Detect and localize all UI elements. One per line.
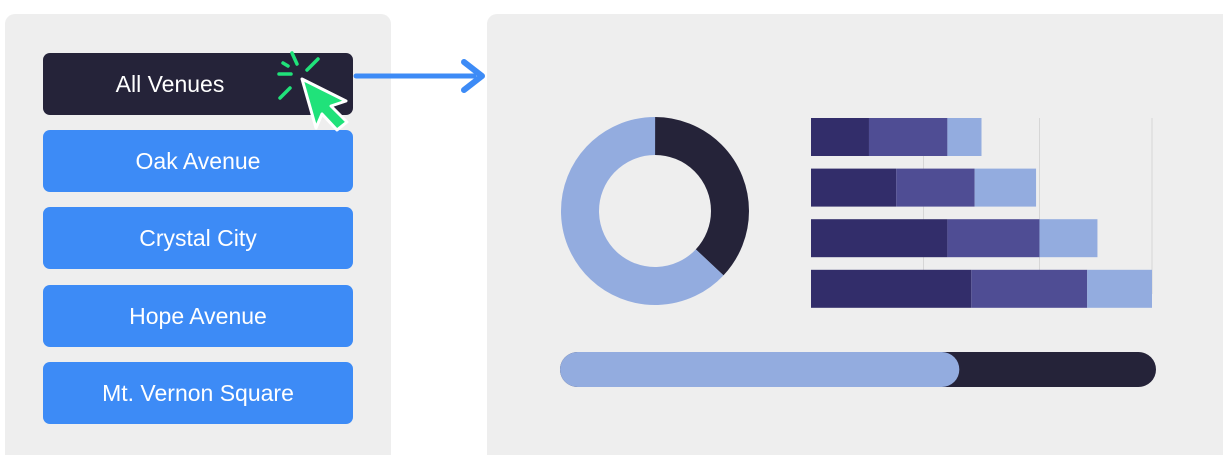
bar-segment (974, 168, 1037, 207)
stacked-bar-chart (811, 118, 1152, 308)
bar-segment (811, 269, 972, 308)
bar-segment (971, 269, 1088, 308)
bar-segment (1087, 269, 1152, 308)
bar-segment (947, 118, 982, 156)
progress-bar-fill (560, 352, 960, 387)
bar-segment (1039, 219, 1098, 258)
donut-chart (561, 117, 749, 305)
illustration-layer (277, 51, 1156, 387)
progress-bar (560, 352, 1156, 387)
bar-segment (811, 168, 897, 207)
arrow-right-icon (353, 59, 485, 93)
bar-segment (811, 118, 869, 156)
bar-segment (896, 168, 975, 207)
bar-segment (947, 219, 1040, 258)
pointer-cursor-icon (300, 77, 349, 132)
bar-segment (811, 219, 948, 258)
bar-segment (868, 118, 948, 156)
